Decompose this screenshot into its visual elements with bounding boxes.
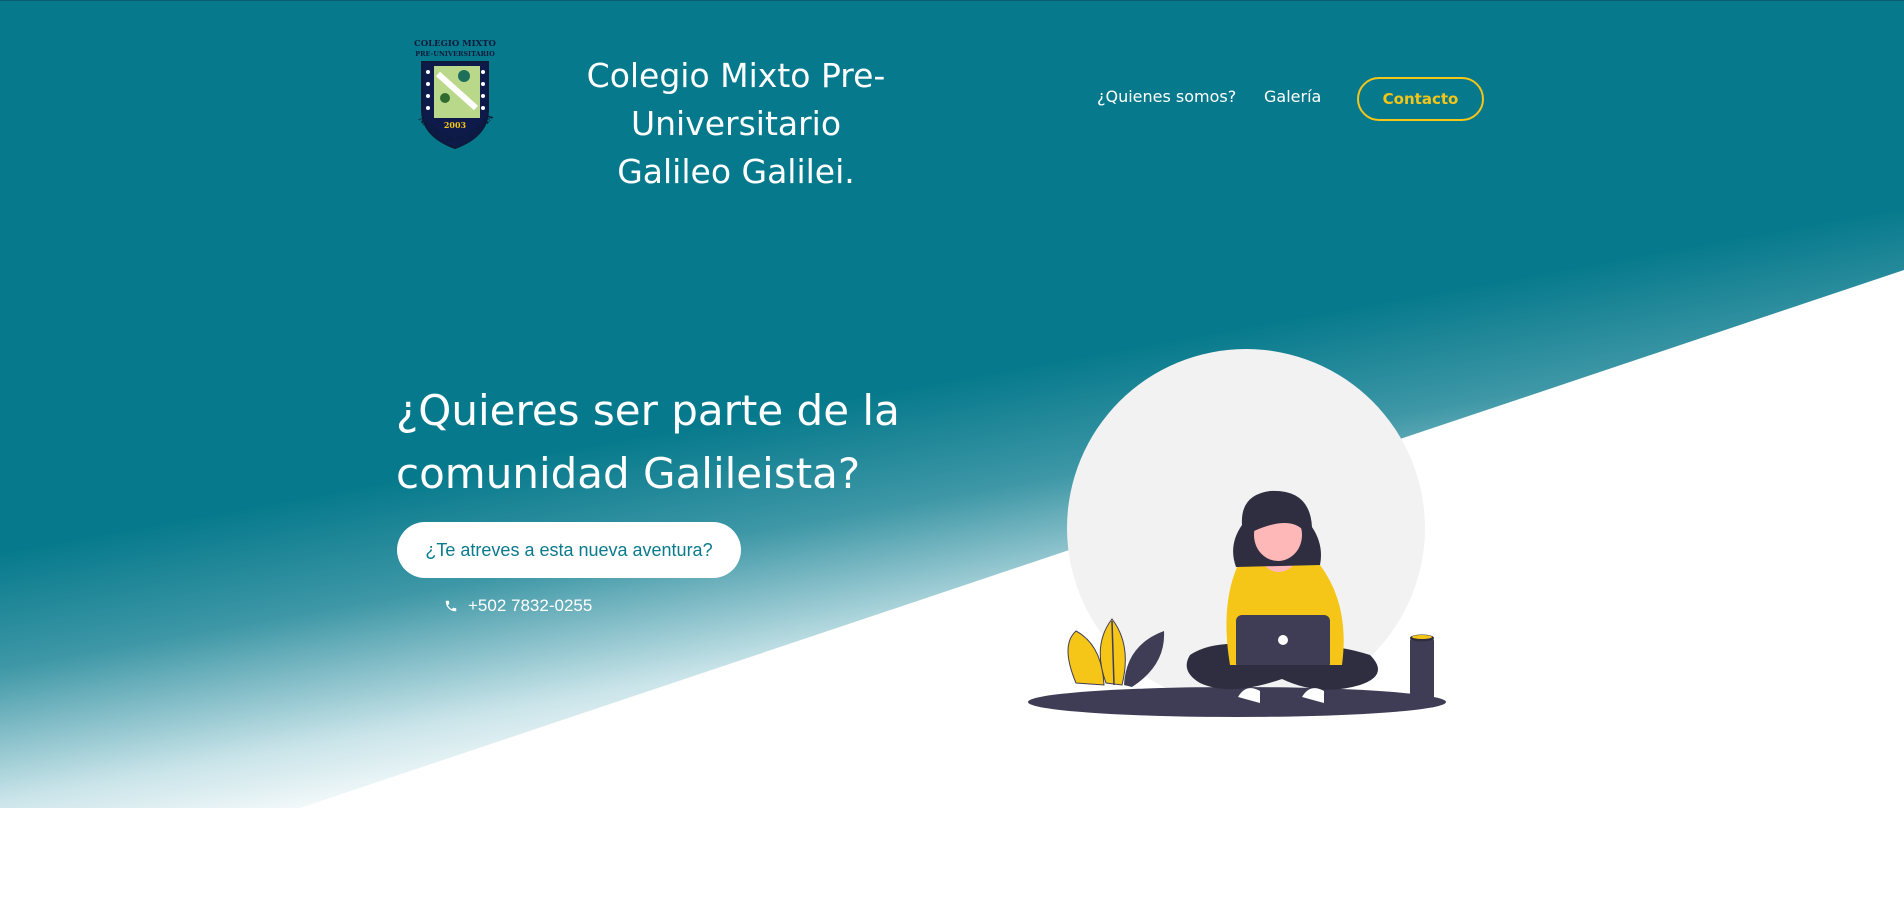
logo-text-sub: PRE-UNIVERSITARIO — [415, 50, 495, 58]
phone-number: +502 7832-0255 — [468, 596, 593, 615]
hero-headline-line-2: comunidad Galileista? — [396, 449, 861, 498]
nav-link-about[interactable]: ¿Quienes somos? — [1097, 87, 1236, 106]
hero-headline-line-1: ¿Quieres ser parte de la — [396, 386, 900, 435]
contact-button[interactable]: Contacto — [1357, 77, 1484, 121]
site-title-line-2: Galileo Galilei. — [617, 152, 855, 191]
site-title-line-1: Colegio Mixto Pre-Universitario — [586, 56, 886, 143]
logo-year: 2003 — [444, 120, 467, 130]
logo-text-top: COLEGIO MIXTO — [414, 39, 497, 49]
student-laptop-illustration — [1028, 349, 1446, 717]
top-border — [0, 0, 1904, 1]
phone-icon — [445, 600, 457, 612]
school-logo[interactable]: COLEGIO MIXTO PRE-UNIVERSITARIO 2003 LA … — [410, 36, 500, 160]
adventure-cta-button[interactable]: ¿Te atreves a esta nueva aventura? — [397, 522, 741, 578]
hero-headline: ¿Quieres ser parte de la comunidad Galil… — [396, 379, 956, 505]
site-title: Colegio Mixto Pre-Universitario Galileo … — [490, 52, 982, 196]
nav-link-gallery[interactable]: Galería — [1264, 87, 1321, 106]
phone-contact[interactable]: +502 7832-0255 — [444, 596, 592, 616]
